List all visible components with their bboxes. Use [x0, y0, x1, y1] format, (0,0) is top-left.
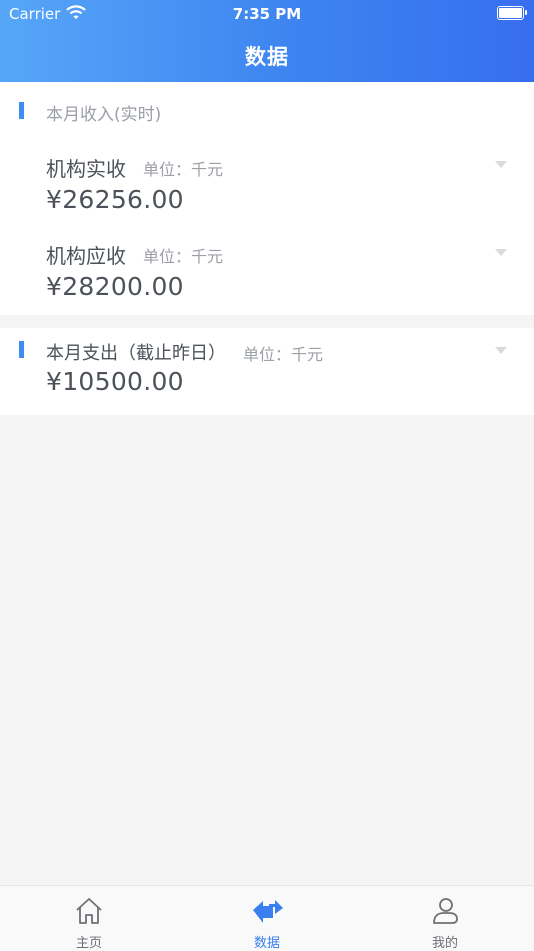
tab-bar: 主页 数据 我的: [0, 885, 534, 951]
tab-data[interactable]: 数据: [178, 886, 356, 951]
section-marker: [19, 341, 24, 358]
status-bar: Carrier 7:35 PM: [0, 0, 534, 28]
expand-receivable-caret-icon[interactable]: [495, 249, 507, 256]
tab-home[interactable]: 主页: [0, 886, 178, 951]
income-section-title: 本月收入(实时): [46, 105, 162, 125]
data-icon: [252, 896, 283, 926]
tab-label: 我的: [431, 936, 458, 951]
expense-card: 本月支出（截止昨日） 单位：千元 ¥10500.00: [0, 328, 534, 415]
home-icon: [74, 896, 104, 926]
expand-actual-caret-icon[interactable]: [495, 161, 507, 168]
income-row-label-actual: 机构实收: [46, 157, 126, 181]
expand-expense-caret-icon[interactable]: [495, 347, 507, 354]
income-row-value-receivable: ¥28200.00: [46, 272, 184, 301]
tab-profile[interactable]: 我的: [356, 886, 534, 951]
battery-icon: [497, 6, 527, 20]
expense-section-title: 本月支出（截止昨日）: [46, 343, 226, 364]
expense-value: ¥10500.00: [46, 367, 184, 396]
income-row-label-receivable: 机构应收: [46, 244, 126, 268]
expense-unit: 单位：千元: [243, 345, 324, 364]
profile-icon: [430, 896, 460, 926]
income-row-unit-actual: 单位：千元: [143, 160, 224, 179]
status-time: 7:35 PM: [232, 5, 302, 23]
income-row-unit-receivable: 单位：千元: [143, 247, 224, 266]
nav-header: Carrier 7:35 PM 数据: [0, 0, 534, 82]
income-card: 本月收入(实时) 机构实收 单位：千元 ¥26256.00 机构应收 单位：千元…: [0, 82, 534, 315]
page-title: 数据: [245, 45, 289, 69]
tab-label: 主页: [75, 936, 102, 951]
tab-label: 数据: [253, 936, 280, 951]
section-marker: [19, 102, 24, 119]
income-row-value-actual: ¥26256.00: [46, 185, 184, 214]
